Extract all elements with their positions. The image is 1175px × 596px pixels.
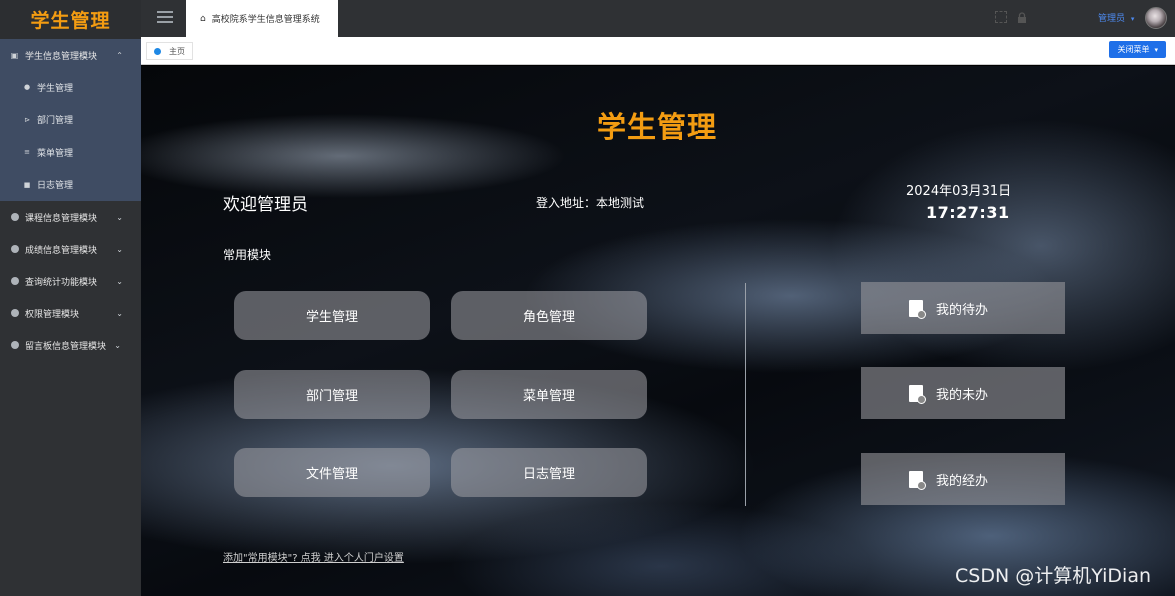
sidebar: 学生管理 ▣ 学生信息管理模块 ⌃ ● 学生管理 ⊳ 部门管理 ≡ 菜单管理 ■…: [0, 0, 141, 596]
common-modules-heading: 常用模块: [223, 248, 272, 262]
module-icon: [10, 277, 19, 286]
module-icon: [10, 213, 19, 222]
folder-icon: ▣: [10, 50, 19, 60]
fullscreen-icon[interactable]: [995, 11, 1007, 23]
brand-title: 学生管理: [597, 110, 718, 144]
chevron-down-icon: ⌄: [114, 340, 121, 350]
sidebar-item-department[interactable]: ⊳ 部门管理: [0, 104, 141, 137]
chevron-down-icon: ⌄: [116, 244, 123, 254]
module-button-file[interactable]: 文件管理: [234, 448, 430, 497]
task-label: 我的经办: [936, 473, 989, 489]
active-dot-icon: [154, 47, 161, 55]
tab-label: 高校院系学生信息管理系统: [211, 15, 320, 25]
caret-down-icon: ▾: [1154, 45, 1158, 54]
sidebar-item-label: 菜单管理: [37, 148, 74, 159]
module-button-menu[interactable]: 菜单管理: [451, 370, 647, 419]
task-label: 我的待办: [936, 302, 989, 318]
user-name: 管理员: [1098, 14, 1126, 24]
menu-group-student: ▣ 学生信息管理模块 ⌃ ● 学生管理 ⊳ 部门管理 ≡ 菜单管理 ■ 日志管理: [0, 39, 141, 201]
button-label: 关闭菜单: [1117, 45, 1150, 54]
module-button-department[interactable]: 部门管理: [234, 370, 430, 419]
sidebar-item-student[interactable]: ● 学生管理: [0, 71, 141, 104]
log-icon: ■: [23, 180, 31, 189]
tab-strip: 主页 关闭菜单 ▾: [141, 37, 1175, 65]
submenu-student-info: ● 学生管理 ⊳ 部门管理 ≡ 菜单管理 ■ 日志管理: [0, 71, 141, 201]
chevron-down-icon: ⌄: [116, 212, 123, 222]
portal-settings-link[interactable]: 添加"常用模块"? 点我 进入个人门户设置: [223, 549, 404, 564]
module-button-role[interactable]: 角色管理: [451, 291, 647, 340]
menu-label: 权限管理模块: [25, 309, 80, 320]
tab-home[interactable]: ⌂ 高校院系学生信息管理系统: [186, 0, 338, 37]
document-clock-icon: [909, 471, 926, 490]
menu-header-score[interactable]: 成绩信息管理模块 ⌄: [0, 233, 141, 265]
menu-header-query[interactable]: 查询统计功能模块 ⌄: [0, 265, 141, 297]
task-button-todo[interactable]: 我的待办: [861, 282, 1065, 334]
menu-header-student-info[interactable]: ▣ 学生信息管理模块 ⌃: [0, 39, 141, 71]
sidebar-item-log[interactable]: ■ 日志管理: [0, 169, 141, 202]
task-button-pending[interactable]: 我的未办: [861, 367, 1065, 419]
menu-header-message[interactable]: 留言板信息管理模块 ⌄: [0, 329, 141, 361]
vertical-divider: [745, 283, 746, 506]
lock-icon[interactable]: [1017, 12, 1027, 23]
welcome-text: 欢迎管理员: [223, 195, 308, 215]
module-icon: [10, 341, 19, 350]
menu-list-icon: ≡: [24, 148, 30, 157]
chevron-down-icon: ⌄: [116, 276, 123, 286]
menu-label: 查询统计功能模块: [25, 277, 98, 288]
menu-label: 成绩信息管理模块: [25, 245, 98, 256]
document-check-icon: [909, 385, 926, 404]
sidebar-item-menu[interactable]: ≡ 菜单管理: [0, 136, 141, 169]
topbar: ⌂ 高校院系学生信息管理系统 管理员 ▾: [141, 0, 1175, 37]
menu-header-course[interactable]: 课程信息管理模块 ⌄: [0, 201, 141, 233]
chevron-down-icon: ⌄: [116, 308, 123, 318]
sidebar-item-label: 日志管理: [37, 181, 74, 192]
close-menu-button[interactable]: 关闭菜单 ▾: [1109, 41, 1166, 58]
tab-label: 主页: [169, 46, 185, 56]
home-icon: ⌂: [200, 13, 206, 24]
hamburger-menu-icon[interactable]: [157, 11, 173, 23]
menu-label: 留言板信息管理模块: [25, 341, 107, 352]
task-label: 我的未办: [936, 387, 989, 403]
main-dashboard: 学生管理 欢迎管理员 登入地址：本地测试 2024年03月31日 17:27:3…: [141, 66, 1175, 596]
menu-label: 学生信息管理模块: [25, 51, 98, 62]
user-icon: ●: [23, 83, 31, 92]
login-address: 登入地址：本地测试: [536, 196, 645, 210]
sidebar-item-label: 部门管理: [37, 116, 74, 127]
logo-bar: 学生管理: [0, 0, 141, 39]
department-icon: ⊳: [24, 115, 30, 124]
app-logo: 学生管理: [30, 10, 111, 32]
module-icon: [10, 245, 19, 254]
menu-label: 课程信息管理模块: [25, 213, 98, 224]
module-button-student[interactable]: 学生管理: [234, 291, 430, 340]
document-clock-icon: [909, 300, 926, 319]
current-time: 17:27:31: [926, 203, 1010, 222]
chevron-up-icon: ⌃: [116, 50, 123, 60]
caret-down-icon: ▾: [1130, 15, 1135, 23]
menu-header-permission[interactable]: 权限管理模块 ⌄: [0, 297, 141, 329]
tab-main[interactable]: 主页: [146, 42, 193, 60]
sidebar-item-label: 学生管理: [37, 83, 74, 94]
task-button-handled[interactable]: 我的经办: [861, 453, 1065, 505]
current-date: 2024年03月31日: [906, 184, 1012, 199]
module-icon: [10, 309, 19, 318]
watermark: CSDN @计算机YiDian: [955, 565, 1152, 587]
avatar[interactable]: [1145, 7, 1167, 29]
user-menu[interactable]: 管理员 ▾: [1098, 11, 1134, 24]
module-button-log[interactable]: 日志管理: [451, 448, 647, 497]
